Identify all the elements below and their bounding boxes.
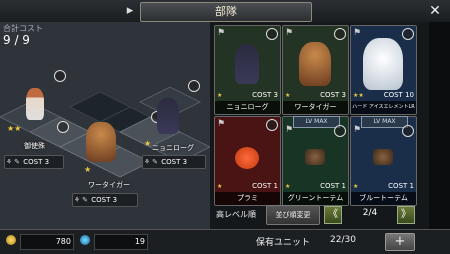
card-name: ブルートーテム xyxy=(351,192,416,205)
cost-label: COST xyxy=(91,196,111,204)
gem-icon xyxy=(80,235,90,245)
back-arrow-icon[interactable]: ▸ xyxy=(122,3,138,19)
unit-stars: ★ xyxy=(144,139,152,148)
card-stars: ★ xyxy=(217,92,223,99)
owned-units-label: 保有ユニット xyxy=(256,238,311,248)
page-title: 部隊 xyxy=(140,2,312,22)
total-cost-value: 9 / 9 xyxy=(3,33,30,47)
unit-cost-box: ⚘ ✎ COST 3 xyxy=(72,193,138,207)
flag-icon: ⚑ xyxy=(285,125,294,135)
scroll-icon: ⚘ xyxy=(143,158,151,166)
owned-units-value: 22/30 xyxy=(330,235,356,245)
cost-label: COST xyxy=(23,158,43,166)
sort-change-button[interactable]: 並び順変更 xyxy=(266,205,320,225)
unit-portrait xyxy=(363,38,403,90)
unit-sprite-girl[interactable] xyxy=(26,88,44,120)
magnify-icon[interactable] xyxy=(57,121,69,133)
scroll-icon: ⚘ xyxy=(5,158,13,166)
next-page-button[interactable]: 》 xyxy=(397,206,415,224)
unit-card[interactable]: LV MAX ⚑ ★ COST 1 グリーントーテム xyxy=(282,116,349,206)
prev-page-button[interactable]: 《 xyxy=(324,206,342,224)
flag-icon: ⚑ xyxy=(353,28,362,38)
unit-cost-box: ⚘ ✎ COST 3 xyxy=(142,155,206,169)
pen-icon: ✎ xyxy=(14,158,20,166)
unit-stars: ★★ xyxy=(7,124,22,133)
lv-max-banner: LV MAX xyxy=(293,116,340,128)
card-stars: ★ xyxy=(285,183,291,190)
card-stars: ★★ xyxy=(353,92,364,99)
gold-amount: 780 xyxy=(20,234,74,250)
unit-card[interactable]: ⚑ ★ COST 1 プラミ xyxy=(214,116,281,206)
unit-portrait xyxy=(305,149,325,165)
card-cost: COST 1 xyxy=(252,182,278,190)
cost-value: 3 xyxy=(112,196,118,204)
pen-icon: ✎ xyxy=(82,196,88,204)
magnify-icon[interactable] xyxy=(266,28,278,40)
unit-portrait xyxy=(373,149,393,165)
magnify-icon[interactable] xyxy=(334,28,346,40)
flag-icon: ⚑ xyxy=(217,119,226,129)
unit-sprite-weretiger[interactable] xyxy=(86,122,116,162)
magnify-icon[interactable] xyxy=(266,119,278,131)
flag-icon: ⚑ xyxy=(217,28,226,38)
magnify-icon[interactable] xyxy=(402,125,414,137)
card-name: ハード アイスエレメントLR xyxy=(351,101,416,114)
flag-icon: ⚑ xyxy=(285,28,294,38)
close-button[interactable]: ✕ xyxy=(427,3,443,19)
magnify-icon[interactable] xyxy=(54,70,66,82)
pen-icon: ✎ xyxy=(152,158,158,166)
gold-coin-icon xyxy=(6,235,16,245)
card-stars: ★ xyxy=(353,183,359,190)
page-indicator: 2/4 xyxy=(362,208,378,218)
unit-stars: ★ xyxy=(84,165,92,174)
gem-amount: 19 xyxy=(94,234,148,250)
magnify-icon[interactable] xyxy=(188,80,200,92)
unit-portrait xyxy=(299,42,331,86)
card-name: プラミ xyxy=(215,192,280,205)
unit-cost-box: ⚘ ✎ COST 3 xyxy=(4,155,64,169)
right-edge xyxy=(429,22,450,229)
magnify-icon[interactable] xyxy=(334,125,346,137)
card-stars: ★ xyxy=(217,183,223,190)
unit-card[interactable]: LV MAX ⚑ ★ COST 1 ブルートーテム xyxy=(350,116,417,206)
card-cost: COST 10 xyxy=(383,91,414,99)
lv-max-banner: LV MAX xyxy=(361,116,408,128)
card-cost: COST 3 xyxy=(252,91,278,99)
card-stars: ★ xyxy=(285,92,291,99)
cost-value: 3 xyxy=(182,158,188,166)
unit-name: 御使殊 xyxy=(24,142,45,150)
unit-name: ワータイガー xyxy=(88,181,130,189)
flag-icon: ⚑ xyxy=(353,125,362,135)
unit-sprite-ninja[interactable] xyxy=(157,98,179,134)
expand-units-button[interactable]: + xyxy=(385,233,415,251)
unit-name: ニョニローグ xyxy=(152,144,194,152)
unit-portrait xyxy=(235,147,259,169)
card-name: グリーントーテム xyxy=(283,192,348,205)
card-cost: COST 3 xyxy=(320,91,346,99)
card-cost: COST 1 xyxy=(320,182,346,190)
magnify-icon[interactable] xyxy=(402,28,414,40)
sort-order-label: 高レベル順 xyxy=(216,210,256,219)
unit-card[interactable]: ⚑ ★★ COST 10 ハード アイスエレメントLR xyxy=(350,25,417,115)
card-name: ニョニローグ xyxy=(215,101,280,114)
unit-portrait xyxy=(235,44,259,84)
card-cost: COST 1 xyxy=(388,182,414,190)
unit-card[interactable]: ⚑ ★ COST 3 ワータイガー xyxy=(282,25,349,115)
cost-value: 3 xyxy=(44,158,50,166)
unit-card[interactable]: ⚑ ★ COST 3 ニョニローグ xyxy=(214,25,281,115)
cost-label: COST xyxy=(161,158,181,166)
card-name: ワータイガー xyxy=(283,101,348,114)
scroll-icon: ⚘ xyxy=(73,196,81,204)
